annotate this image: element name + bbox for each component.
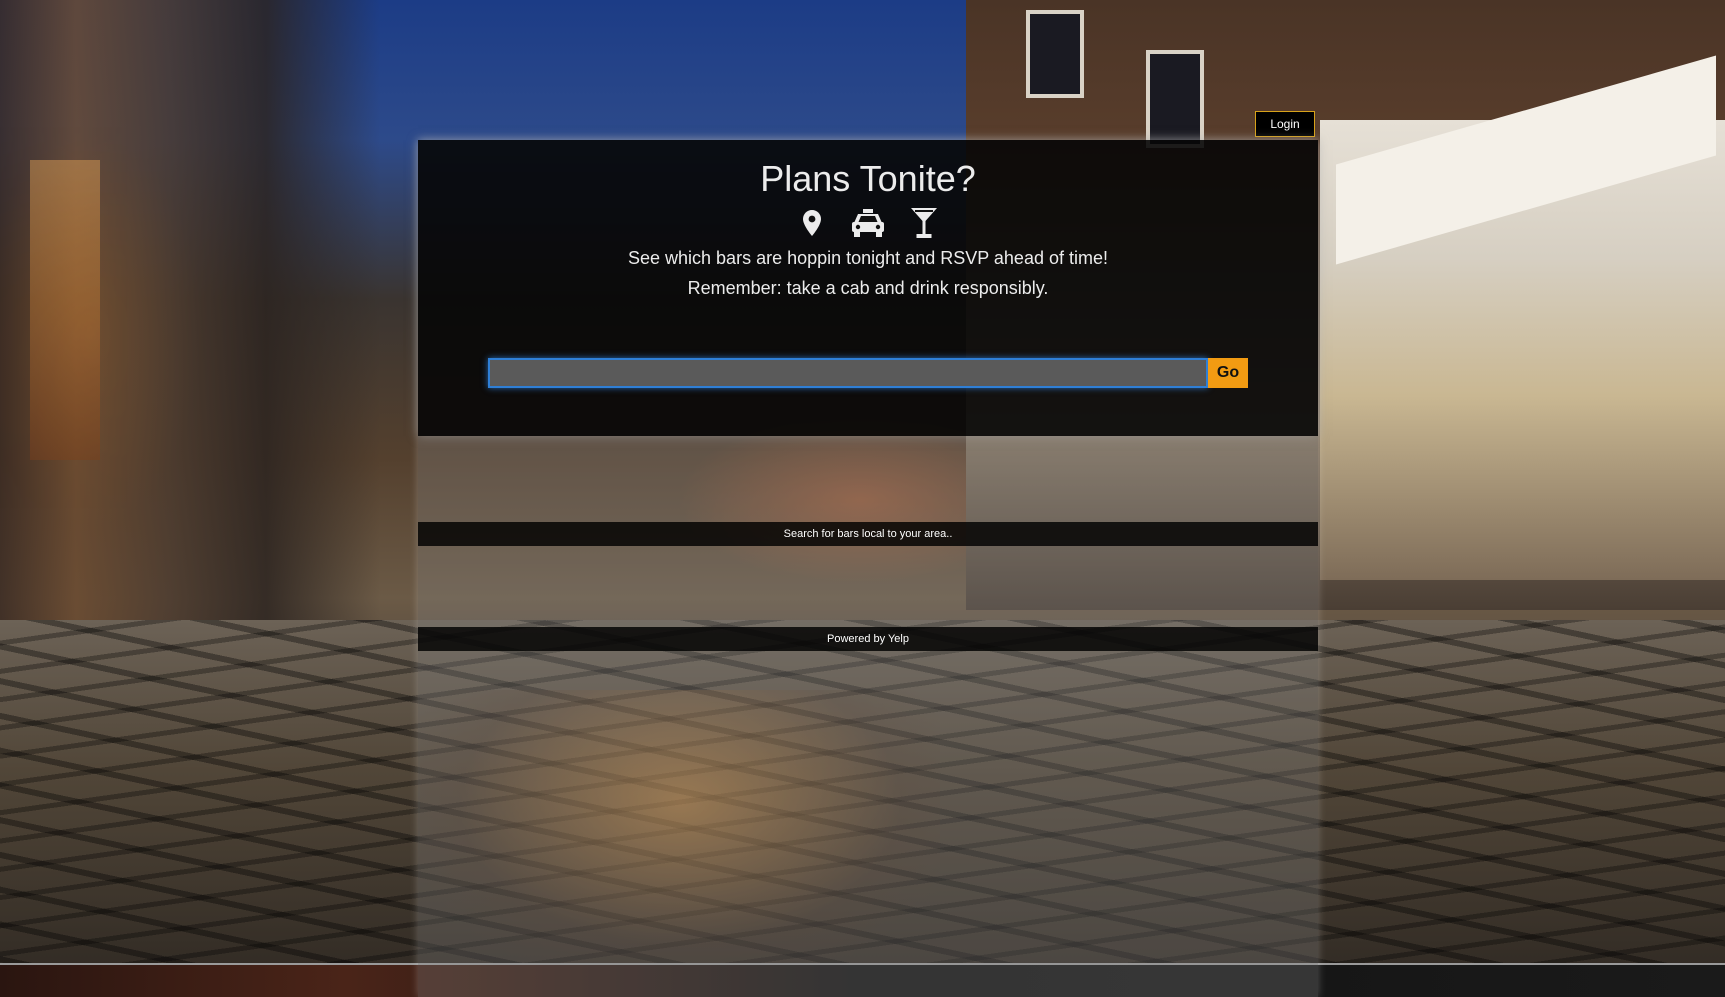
powered-by-footer: Powered by Yelp bbox=[418, 627, 1318, 651]
login-button[interactable]: Login bbox=[1255, 111, 1315, 137]
search-input[interactable] bbox=[488, 358, 1208, 388]
tagline-reminder: Remember: take a cab and drink responsib… bbox=[687, 278, 1049, 298]
search-bar: Go bbox=[488, 358, 1248, 388]
window bbox=[1146, 50, 1204, 148]
window bbox=[1026, 10, 1084, 98]
map-marker-icon bbox=[795, 206, 829, 240]
hero-panel: Plans Tonite? See which bars are hoppin … bbox=[418, 140, 1318, 436]
page-title: Plans Tonite? bbox=[760, 158, 976, 199]
status-message: Search for bars local to your area.. bbox=[418, 522, 1318, 546]
icon-row bbox=[418, 206, 1318, 240]
tagline: See which bars are hoppin tonight and RS… bbox=[628, 248, 1108, 268]
cocktail-glass-icon bbox=[907, 206, 941, 240]
taxi-icon bbox=[851, 206, 885, 240]
go-button[interactable]: Go bbox=[1208, 358, 1248, 388]
left-building bbox=[0, 0, 380, 650]
shop-window bbox=[30, 160, 100, 460]
